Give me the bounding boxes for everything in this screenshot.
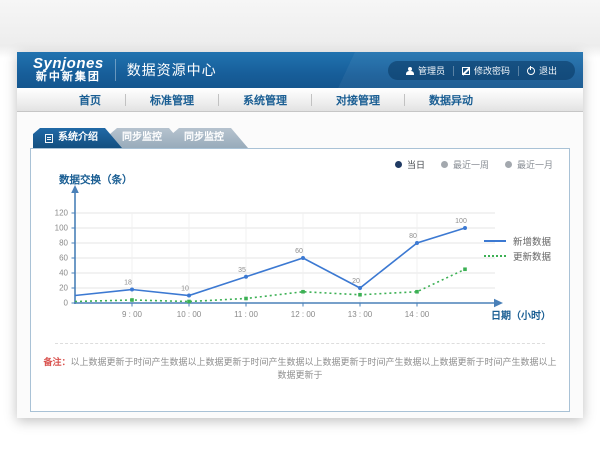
change-password-label: 修改密码 <box>474 64 510 77</box>
main-nav: 首页 标准管理 系统管理 对接管理 数据异动 <box>17 88 583 112</box>
radio-dot <box>505 161 512 168</box>
page-title: 数据资源中心 <box>127 60 217 80</box>
svg-text:10: 10 <box>181 286 189 293</box>
svg-text:100: 100 <box>55 224 69 233</box>
footnote-text: 以上数据更新于时间产生数据以上数据更新于时间产生数据以上数据更新于时间产生数据以… <box>71 357 557 380</box>
svg-text:100: 100 <box>455 218 467 225</box>
nav-item-data-change[interactable]: 数据异动 <box>405 92 497 108</box>
logout-button[interactable]: 退出 <box>519 64 565 77</box>
app-window: Synjones 新中新集团 数据资源中心 管理员 修改密码 退出 首页 标准 <box>17 52 583 418</box>
radio-label: 最近一月 <box>517 158 553 171</box>
svg-text:12 : 00: 12 : 00 <box>291 310 316 319</box>
footnote-label: 备注： <box>43 357 70 367</box>
time-range-filter: 当日 最近一周 最近一月 <box>395 158 553 171</box>
nav-item-standard-mgmt[interactable]: 标准管理 <box>126 92 218 108</box>
power-icon <box>527 67 535 75</box>
radio-last-week[interactable]: 最近一周 <box>441 158 489 171</box>
x-axis-title: 日期（小时） <box>491 307 551 322</box>
svg-text:18: 18 <box>124 280 132 287</box>
person-icon <box>406 67 414 75</box>
svg-text:11 : 00: 11 : 00 <box>234 310 258 319</box>
svg-text:40: 40 <box>59 269 68 278</box>
user-account-button[interactable]: 管理员 <box>398 64 453 77</box>
nav-item-interface-mgmt[interactable]: 对接管理 <box>312 92 404 108</box>
content-area: 系统介绍 同步监控 同步监控 当日 最近一周 <box>17 128 583 412</box>
tab-bar: 系统介绍 同步监控 同步监控 <box>33 128 583 148</box>
svg-text:0: 0 <box>64 299 69 308</box>
company-logo: Synjones 新中新集团 <box>33 56 104 83</box>
svg-text:14 : 00: 14 : 00 <box>405 310 430 319</box>
svg-text:10 : 00: 10 : 00 <box>177 310 202 319</box>
tab-label: 系统介绍 <box>58 128 98 148</box>
app-header: Synjones 新中新集团 数据资源中心 管理员 修改密码 退出 <box>17 52 583 88</box>
svg-text:13 : 00: 13 : 00 <box>348 310 373 319</box>
user-name: 管理员 <box>418 64 445 77</box>
radio-dot <box>441 161 448 168</box>
svg-text:80: 80 <box>409 233 417 240</box>
tab-label: 同步监控 <box>184 128 224 148</box>
tab-system-intro[interactable]: 系统介绍 <box>33 128 122 148</box>
radio-last-month[interactable]: 最近一月 <box>505 158 553 171</box>
logout-label: 退出 <box>539 64 557 77</box>
nav-item-system-mgmt[interactable]: 系统管理 <box>219 92 311 108</box>
svg-text:20: 20 <box>59 284 68 293</box>
legend-item-new-data: 新增数据 <box>484 233 551 248</box>
svg-text:80: 80 <box>59 239 68 248</box>
change-password-button[interactable]: 修改密码 <box>454 64 518 77</box>
legend-label: 新增数据 <box>513 234 551 248</box>
logo-text-cn: 新中新集团 <box>33 72 104 84</box>
nav-item-home[interactable]: 首页 <box>55 92 125 108</box>
line-chart: 0 20 40 60 80 100 120 9 : 00 10 : 00 11 : 00 12 : … <box>45 185 515 335</box>
radio-today[interactable]: 当日 <box>395 158 425 171</box>
legend-label: 更新数据 <box>513 249 551 263</box>
document-icon <box>45 134 53 143</box>
svg-text:120: 120 <box>55 209 69 218</box>
radio-dot <box>395 161 402 168</box>
header-divider <box>115 59 116 81</box>
svg-text:60: 60 <box>295 248 303 255</box>
dashed-divider <box>55 343 545 344</box>
user-menu: 管理员 修改密码 退出 <box>388 61 575 80</box>
legend-item-updated-data: 更新数据 <box>484 248 551 263</box>
edit-icon <box>462 67 470 75</box>
logo-text-en: Synjones <box>33 56 104 72</box>
solid-line-icon <box>484 240 506 242</box>
svg-text:20: 20 <box>352 278 360 285</box>
svg-text:60: 60 <box>59 254 68 263</box>
radio-label: 最近一周 <box>453 158 489 171</box>
tab-label: 同步监控 <box>122 128 162 148</box>
tab-sync-monitor-1[interactable]: 同步监控 <box>110 128 186 148</box>
footnote: 备注：以上数据更新于时间产生数据以上数据更新于时间产生数据以上数据更新于时间产生… <box>41 355 559 381</box>
svg-text:35: 35 <box>238 267 246 274</box>
svg-text:9 : 00: 9 : 00 <box>122 310 143 319</box>
dotted-line-icon <box>484 255 506 257</box>
tab-panel: 当日 最近一周 最近一月 数据交换（条） 0204060801001209 : … <box>30 148 570 412</box>
chart-legend: 新增数据 更新数据 <box>484 233 551 263</box>
radio-label: 当日 <box>407 158 425 171</box>
